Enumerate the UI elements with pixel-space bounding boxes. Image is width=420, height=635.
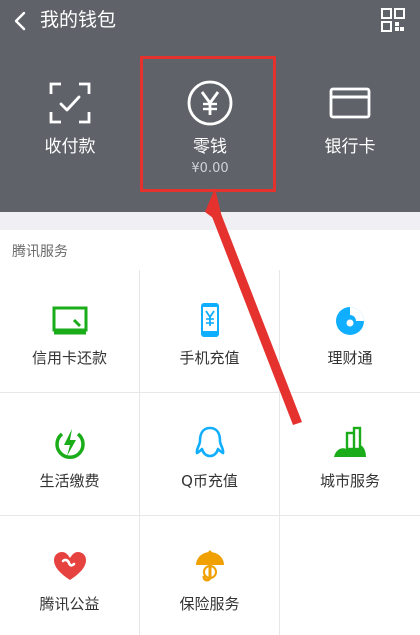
- service-wealth[interactable]: 理财通: [280, 270, 420, 393]
- service-qcoin-topup[interactable]: Q币充值: [140, 393, 280, 516]
- service-city[interactable]: 城市服务: [280, 393, 420, 516]
- empty-cell: [280, 516, 420, 635]
- service-label: 理财通: [327, 349, 373, 367]
- scan-check-icon: [49, 82, 91, 124]
- penguin-icon: [195, 426, 224, 458]
- service-label: Q币充值: [181, 472, 238, 490]
- service-insurance[interactable]: 保险服务: [140, 516, 280, 635]
- lightning-icon: [54, 429, 85, 459]
- service-phone-topup[interactable]: 手机充值: [140, 270, 280, 393]
- bank-card-icon: [329, 87, 371, 119]
- bank-card-label: 银行卡: [324, 137, 376, 157]
- service-label: 保险服务: [179, 595, 240, 613]
- service-label: 腾讯公益: [39, 595, 100, 613]
- umbrella-icon: [195, 550, 224, 582]
- service-utility-payment[interactable]: 生活缴费: [0, 393, 140, 516]
- heart-icon: [53, 552, 86, 580]
- service-label: 信用卡还款: [31, 349, 107, 367]
- city-icon: [334, 426, 366, 457]
- section-title: 腾讯服务: [12, 244, 68, 260]
- service-charity[interactable]: 腾讯公益: [0, 516, 140, 635]
- highlight-box: [140, 56, 276, 192]
- bank-card-button[interactable]: 银行卡: [280, 78, 420, 158]
- tencent-services-section: 腾讯服务 信用卡还款 手机充值 理财通 生活缴费 Q币充值 城市服务 腾讯公益 …: [0, 230, 420, 635]
- wealth-icon: [336, 307, 364, 335]
- credit-card-icon: [52, 306, 87, 335]
- service-credit-card-repay[interactable]: 信用卡还款: [0, 270, 140, 393]
- receive-pay-label: 收付款: [44, 137, 96, 157]
- phone-topup-icon: [200, 303, 219, 337]
- grid-icon[interactable]: [380, 7, 406, 33]
- service-label: 手机充值: [179, 349, 240, 367]
- top-bar: 我的钱包: [0, 0, 420, 44]
- service-label: 生活缴费: [39, 472, 100, 490]
- wallet-header: 我的钱包 收付款 零钱 ¥0.00 银行卡: [0, 0, 420, 212]
- page-title: 我的钱包: [40, 9, 117, 31]
- service-label: 城市服务: [319, 472, 380, 490]
- receive-pay-button[interactable]: 收付款: [0, 78, 140, 158]
- chevron-left-icon[interactable]: [8, 6, 34, 36]
